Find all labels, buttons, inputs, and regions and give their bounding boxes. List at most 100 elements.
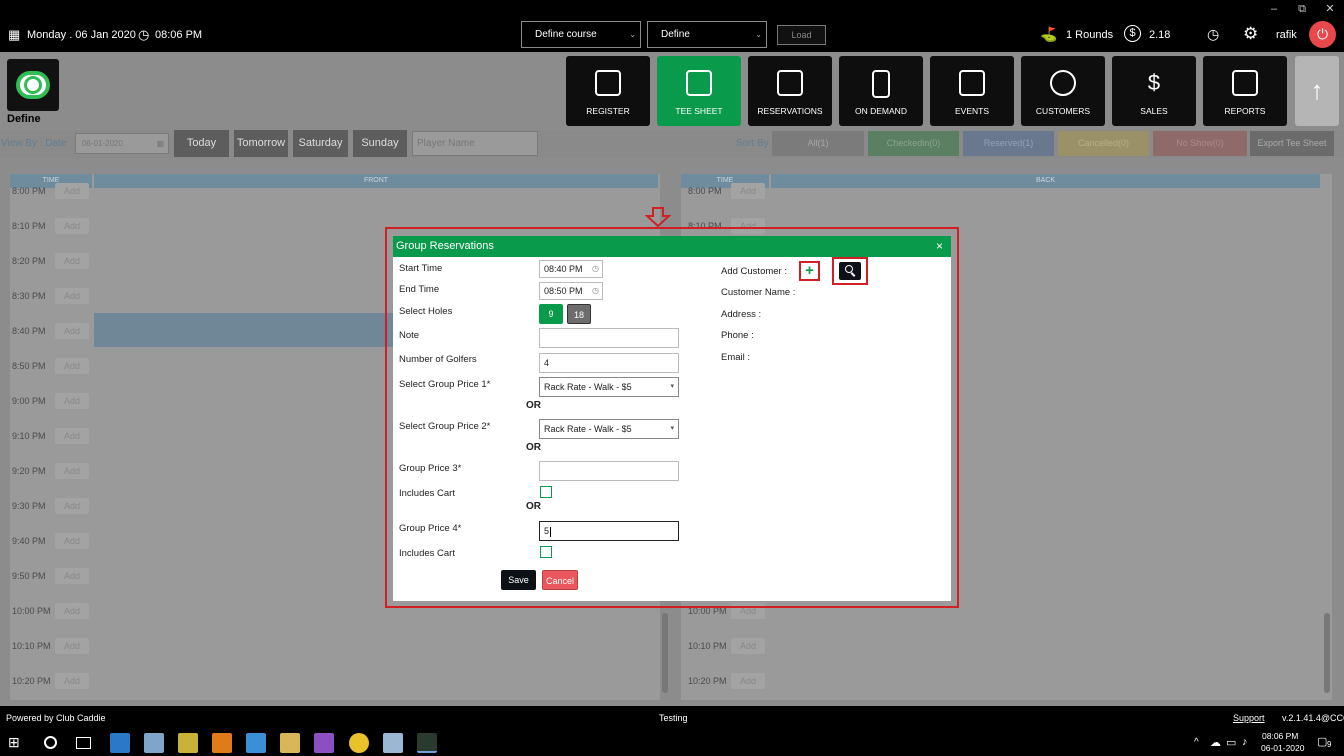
chrome-icon[interactable] xyxy=(349,733,369,753)
filter-reserved-button[interactable]: Reserved(1) xyxy=(963,131,1054,156)
notification-count: 9 xyxy=(1327,740,1332,749)
add-slot-button[interactable]: Add xyxy=(55,393,89,409)
today-button[interactable]: Today xyxy=(174,130,229,157)
restore-button[interactable]: ⧉ xyxy=(1288,0,1316,18)
filter-all-button[interactable]: All(1) xyxy=(772,131,864,156)
search-customer-button[interactable] xyxy=(839,262,861,280)
holes-18-button[interactable]: 18 xyxy=(567,304,591,324)
add-slot-button[interactable]: Add xyxy=(55,428,89,444)
add-slot-button[interactable]: Add xyxy=(55,498,89,514)
date-picker[interactable]: 06-01-2020 ▦ xyxy=(75,133,169,154)
club-caddie-icon[interactable] xyxy=(417,733,437,753)
users-icon xyxy=(1050,70,1076,96)
add-slot-button[interactable]: Add xyxy=(55,568,89,584)
add-slot-button[interactable]: Add xyxy=(55,253,89,269)
add-slot-button[interactable]: Add xyxy=(731,638,765,654)
time-slot-label: 10:10 PM xyxy=(688,641,727,651)
add-slot-button[interactable]: Add xyxy=(55,603,89,619)
add-slot-button[interactable]: Add xyxy=(731,183,765,199)
add-slot-button[interactable]: Add xyxy=(55,288,89,304)
volume-icon[interactable]: ♪ xyxy=(1242,736,1248,748)
email-label: Email : xyxy=(721,352,751,363)
chevron-down-icon: ⌄ xyxy=(755,30,762,39)
history-icon[interactable]: ◷ xyxy=(1207,26,1219,43)
amount-value: 2.18 xyxy=(1149,29,1171,41)
nav-customers[interactable]: CUSTOMERS xyxy=(1021,56,1105,126)
top-bar: ▦ Monday . 06 Jan 2020 ◷ 08:06 PM Define… xyxy=(0,18,1344,52)
minimize-button[interactable]: – xyxy=(1260,0,1288,18)
search-icon[interactable] xyxy=(44,736,57,749)
nav-on-demand[interactable]: ON DEMAND xyxy=(839,56,923,126)
filter-checkedin-button[interactable]: Checkedin(0) xyxy=(868,131,959,156)
time-slot-label: 9:20 PM xyxy=(12,466,46,476)
tomorrow-button[interactable]: Tomorrow xyxy=(234,130,288,157)
nav-tee-sheet[interactable]: TEE SHEET xyxy=(657,56,741,126)
scroll-up-button[interactable]: ↑ xyxy=(1295,56,1339,126)
close-window-button[interactable]: ✕ xyxy=(1316,0,1344,18)
power-icon[interactable]: ⏻ xyxy=(1309,21,1336,48)
export-tee-sheet-button[interactable]: Export Tee Sheet xyxy=(1250,131,1334,156)
group-price-3-input[interactable] xyxy=(539,461,679,481)
holes-9-button[interactable]: 9 xyxy=(539,304,563,324)
player-name-input[interactable]: Player Name xyxy=(412,131,538,156)
sublime-icon[interactable] xyxy=(212,733,232,753)
app-icon[interactable] xyxy=(383,733,403,753)
group-price-2-select[interactable]: Rack Rate - Walk - $5 ▾ xyxy=(539,419,679,439)
nav-events[interactable]: EVENTS xyxy=(930,56,1014,126)
saturday-button[interactable]: Saturday xyxy=(293,130,348,157)
close-icon[interactable]: × xyxy=(936,236,943,257)
start-time-input[interactable]: 08:40 PM ◷ xyxy=(539,260,603,278)
task-view-icon[interactable] xyxy=(76,737,91,749)
cloud-icon: ☁ xyxy=(1210,737,1221,749)
filter-noshow-button[interactable]: No Show(0) xyxy=(1153,131,1247,156)
load-button[interactable]: Load xyxy=(777,25,826,45)
vscode-icon[interactable] xyxy=(110,733,130,753)
nav-sales[interactable]: $ SALES xyxy=(1112,56,1196,126)
filter-cancelled-button[interactable]: Cancelled(0) xyxy=(1058,131,1149,156)
group-price-4-input[interactable]: 5 xyxy=(539,521,679,541)
add-slot-button[interactable]: Add xyxy=(55,183,89,199)
note-input[interactable] xyxy=(539,328,679,348)
time-slot-label: 9:30 PM xyxy=(12,501,46,511)
add-slot-button[interactable]: Add xyxy=(55,218,89,234)
back-scrollbar[interactable] xyxy=(1324,613,1330,693)
save-button[interactable]: Save xyxy=(501,570,536,590)
add-slot-button[interactable]: Add xyxy=(55,638,89,654)
nav-register[interactable]: REGISTER xyxy=(566,56,650,126)
add-slot-button[interactable]: Add xyxy=(731,673,765,689)
notification-icon[interactable]: ▢ xyxy=(1317,735,1327,748)
add-slot-button[interactable]: Add xyxy=(55,358,89,374)
gear-icon[interactable]: ⚙ xyxy=(1243,24,1258,44)
includes-cart-checkbox[interactable] xyxy=(540,546,552,558)
add-slot-button[interactable]: Add xyxy=(55,463,89,479)
add-customer-plus-icon[interactable]: + xyxy=(799,261,820,281)
add-slot-button[interactable]: Add xyxy=(55,533,89,549)
nav-reservations[interactable]: RESERVATIONS xyxy=(748,56,832,126)
end-time-input[interactable]: 08:50 PM ◷ xyxy=(539,282,603,300)
includes-cart-checkbox[interactable] xyxy=(540,486,552,498)
sunday-button[interactable]: Sunday xyxy=(353,130,407,157)
app-icon[interactable] xyxy=(144,733,164,753)
define-select[interactable]: Define ⌄ xyxy=(647,21,767,48)
group-price-1-select[interactable]: Rack Rate - Walk - $5 ▾ xyxy=(539,377,679,397)
group-price-4-label: Group Price 4* xyxy=(399,523,462,534)
folder-icon[interactable] xyxy=(280,733,300,753)
windows-start-icon[interactable]: ⊞ xyxy=(8,734,20,751)
tray-chevron-icon[interactable]: ^ xyxy=(1194,737,1199,748)
nav-reports[interactable]: REPORTS xyxy=(1203,56,1287,126)
cancel-button[interactable]: Cancel xyxy=(542,570,578,590)
front-scrollbar[interactable] xyxy=(662,613,668,693)
app-icon[interactable] xyxy=(178,733,198,753)
course-select[interactable]: Define course ⌄ xyxy=(521,21,641,48)
report-chart-icon xyxy=(1232,70,1258,96)
app-icon[interactable] xyxy=(246,733,266,753)
add-slot-button[interactable]: Add xyxy=(55,323,89,339)
golfers-input[interactable]: 4 xyxy=(539,353,679,373)
visual-studio-icon[interactable] xyxy=(314,733,334,753)
add-slot-button[interactable]: Add xyxy=(55,673,89,689)
start-time-label: Start Time xyxy=(399,263,443,274)
support-link[interactable]: Support xyxy=(1233,713,1265,723)
arrow-up-icon: ↑ xyxy=(1310,75,1324,105)
network-icon[interactable]: ▭ xyxy=(1226,736,1236,749)
club-logo xyxy=(7,59,59,111)
